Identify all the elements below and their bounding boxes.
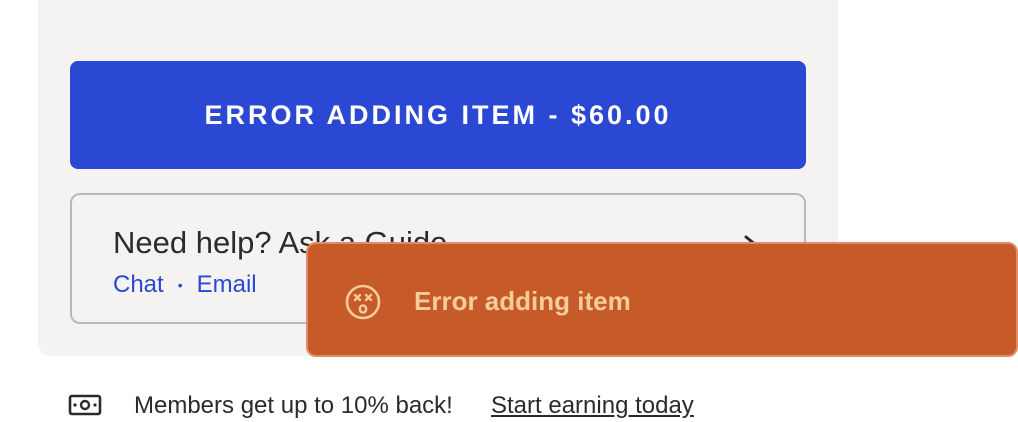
error-toast[interactable]: Error adding item [306,242,1018,357]
add-to-cart-button[interactable]: ERROR ADDING ITEM - $60.00 [70,61,806,169]
link-separator: • [177,277,183,293]
cash-icon [68,394,102,416]
members-promo-text: Members get up to 10% back! [134,392,453,419]
toast-message: Error adding item [414,286,631,316]
chat-link[interactable]: Chat [113,271,164,299]
dizzy-face-icon [345,284,381,320]
email-link[interactable]: Email [197,271,257,299]
start-earning-link[interactable]: Start earning today [491,392,694,420]
help-links: Chat • Email [113,271,257,299]
